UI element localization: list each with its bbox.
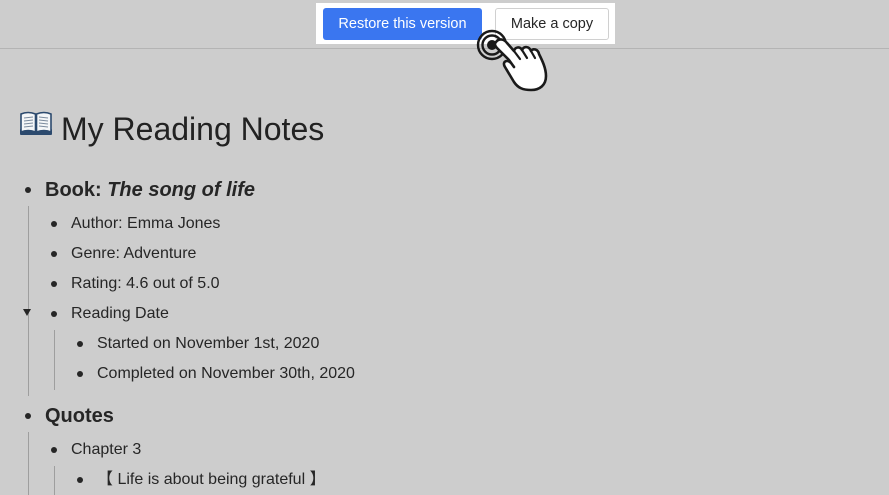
open-book-icon — [19, 104, 53, 135]
outline-item-text: Chapter 3 — [71, 441, 142, 458]
book-title: The song of life — [107, 179, 255, 201]
bullet — [51, 311, 57, 317]
bullet — [51, 251, 57, 257]
indent-guide-chapter — [54, 466, 55, 495]
version-actions: Restore this version Make a copy — [316, 3, 615, 44]
outline-item-text: Rating: 4.6 out of 5.0 — [71, 275, 220, 292]
page-title: My Reading Notes — [19, 104, 324, 151]
page-title-text: My Reading Notes — [61, 111, 325, 147]
outline-item-text: Started on November 1st, 2020 — [97, 335, 320, 352]
collapse-toggle-icon[interactable] — [23, 309, 31, 316]
restore-version-button[interactable]: Restore this version — [323, 8, 482, 40]
bullet — [77, 371, 83, 377]
outline-item-text: Genre: Adventure — [71, 245, 197, 262]
indent-guide-reading-date — [54, 330, 55, 390]
outline-item-text: Author: Emma Jones — [71, 215, 221, 232]
indent-guide-quotes — [28, 432, 29, 495]
outline-item-text: Completed on November 30th, 2020 — [97, 365, 355, 382]
hand-pointer-click-icon — [476, 29, 548, 92]
bullet — [51, 447, 57, 453]
bullet — [51, 281, 57, 287]
quotes-heading: Quotes — [45, 405, 114, 427]
bullet — [77, 341, 83, 347]
bullet — [51, 221, 57, 227]
version-toolbar: Restore this version Make a copy — [0, 0, 889, 49]
book-label: Book: — [45, 179, 108, 201]
outline-item-text: Reading Date — [71, 305, 169, 322]
bullet — [25, 187, 31, 193]
bullet — [25, 413, 31, 419]
bullet — [77, 477, 83, 483]
outline-item-text: 【 Life is about being grateful 】 — [97, 471, 326, 488]
indent-guide-book — [28, 206, 29, 396]
